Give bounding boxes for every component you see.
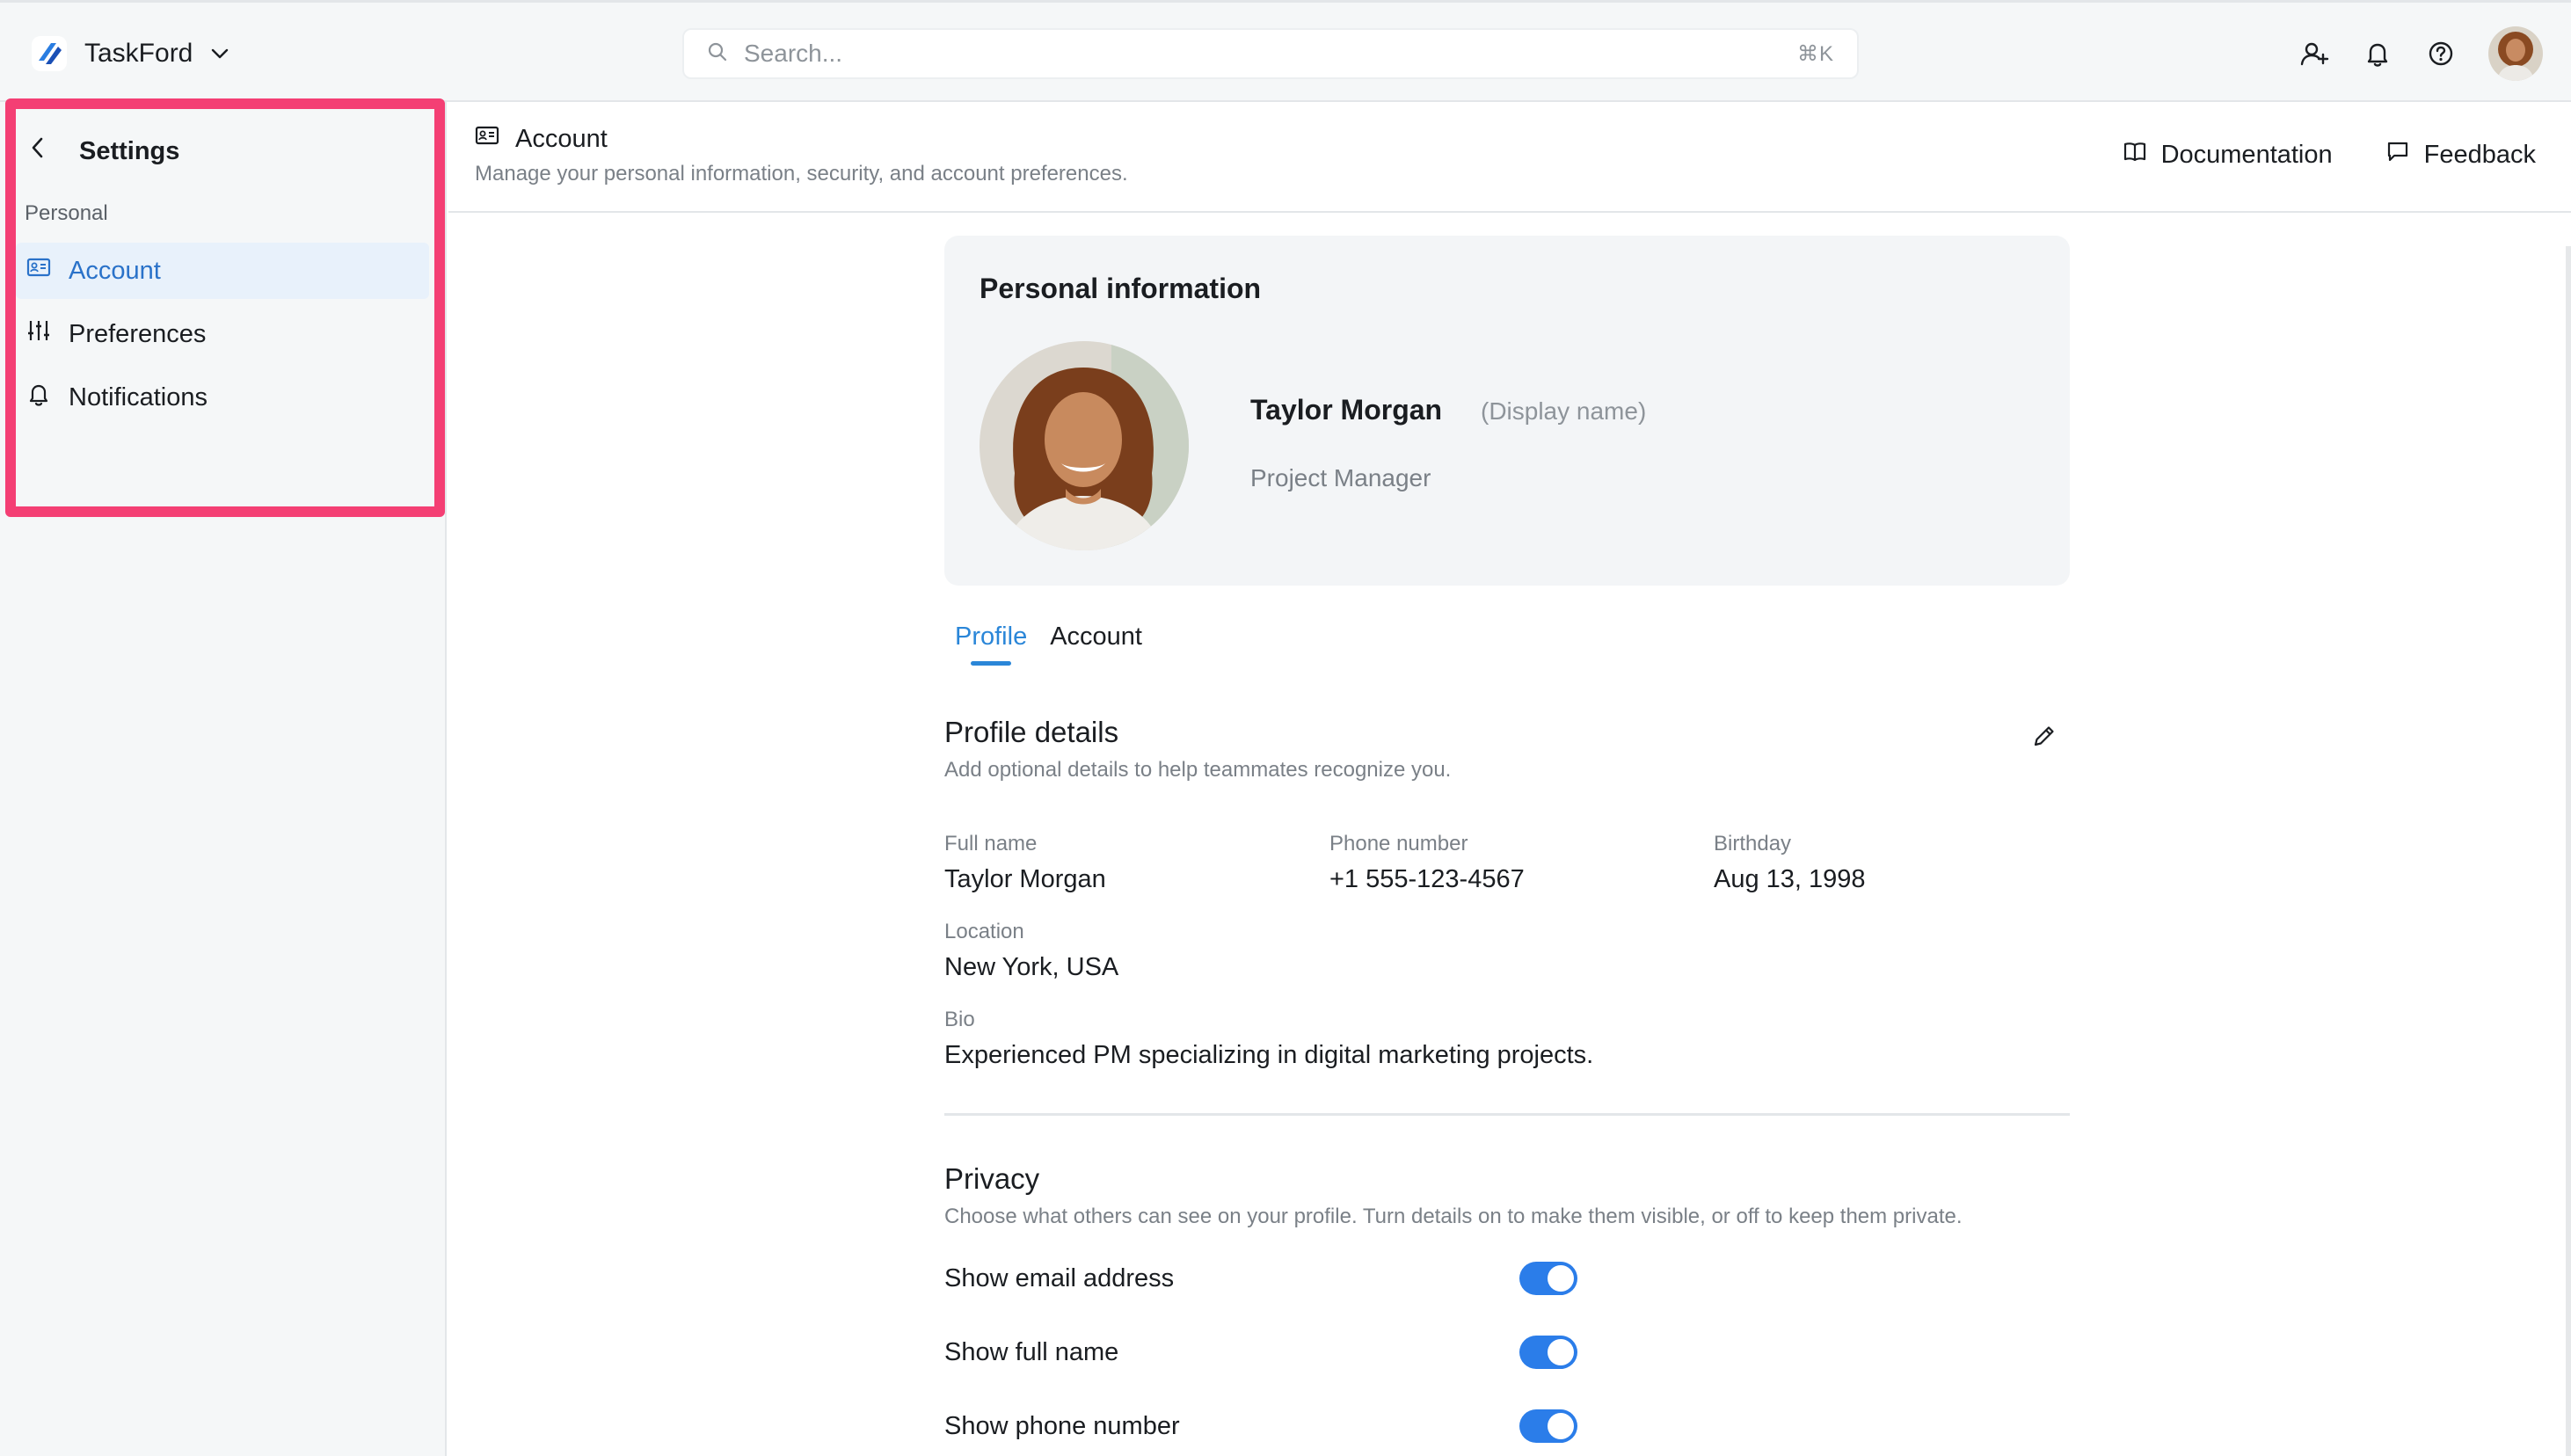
book-icon <box>2123 139 2147 171</box>
birthday-value: Aug 13, 1998 <box>1714 865 1866 893</box>
tab-account[interactable]: Account <box>1050 622 1142 664</box>
profile-name: Taylor Morgan <box>1250 394 1443 426</box>
chevron-down-icon <box>208 42 231 65</box>
display-name-hint: (Display name) <box>1481 397 1647 425</box>
phone-value: +1 555-123-4567 <box>1329 865 1525 893</box>
search-shortcut: ⌘K <box>1796 41 1834 66</box>
message-square-icon <box>2385 139 2410 171</box>
toggle-label: Show email address <box>944 1263 1175 1292</box>
personal-info-card: Personal information Taylor Morgan (Disp… <box>944 236 2070 586</box>
full-name-label: Full name <box>944 832 1038 855</box>
search-placeholder: Search... <box>744 40 843 67</box>
workspace-switcher[interactable]: TaskFord <box>30 34 231 73</box>
location-label: Location <box>944 920 1024 943</box>
full-name-value: Taylor Morgan <box>944 865 1106 893</box>
feedback-link[interactable]: Feedback <box>2385 139 2536 171</box>
card-title: Personal information <box>980 273 1262 304</box>
scrollbar[interactable] <box>2566 246 2571 1456</box>
documentation-link[interactable]: Documentation <box>2123 139 2333 171</box>
back-arrow-icon[interactable] <box>28 135 47 168</box>
search-input[interactable]: Search... ⌘K <box>682 28 1859 79</box>
phone-label: Phone number <box>1329 832 1468 855</box>
bio-value: Experienced PM specializing in digital m… <box>944 1041 1594 1069</box>
avatar[interactable] <box>2488 26 2543 81</box>
section-divider <box>944 1113 2070 1116</box>
sidebar-item-notifications[interactable]: Notifications <box>16 369 429 426</box>
bio-label: Bio <box>944 1008 975 1031</box>
show-full-name-toggle[interactable] <box>1519 1336 1577 1369</box>
bell-icon <box>26 382 51 413</box>
taskford-logo-icon <box>30 34 69 73</box>
privacy-subtitle: Choose what others can see on your profi… <box>944 1205 1963 1228</box>
page-subtitle: Manage your personal information, securi… <box>475 162 1128 186</box>
sidebar-section-label: Personal <box>25 201 108 225</box>
settings-title: Settings <box>79 136 180 165</box>
show-phone-toggle[interactable] <box>1519 1409 1577 1443</box>
feedback-label: Feedback <box>2423 140 2536 169</box>
profile-details-title: Profile details <box>944 716 1119 748</box>
settings-sidebar <box>0 102 447 1456</box>
sidebar-item-label: Notifications <box>69 382 208 411</box>
search-icon <box>707 41 728 67</box>
privacy-toggle-row: Show email address <box>944 1259 1577 1298</box>
app-name: TaskFord <box>84 39 193 68</box>
privacy-title: Privacy <box>944 1162 1040 1195</box>
id-card-icon <box>475 123 499 155</box>
privacy-toggle-row: Show full name <box>944 1333 1577 1372</box>
profile-role: Project Manager <box>1250 464 1431 491</box>
profile-tabs: Profile Account <box>955 622 1142 666</box>
settings-header: Settings <box>28 134 179 169</box>
top-bar: TaskFord Search... ⌘K <box>0 0 2571 102</box>
sliders-icon <box>26 318 51 350</box>
bell-icon[interactable] <box>2362 38 2393 69</box>
add-user-icon[interactable] <box>2298 38 2330 69</box>
page-title: Account <box>515 124 608 153</box>
birthday-label: Birthday <box>1714 832 1792 855</box>
tab-profile[interactable]: Profile <box>955 622 1027 666</box>
privacy-toggle-row: Show phone number <box>944 1407 1577 1445</box>
id-card-icon <box>26 255 51 287</box>
sidebar-item-label: Preferences <box>69 319 207 348</box>
sidebar-item-label: Account <box>69 256 161 285</box>
toggle-label: Show full name <box>944 1337 1119 1366</box>
sidebar-item-preferences[interactable]: Preferences <box>16 306 429 362</box>
toggle-label: Show phone number <box>944 1411 1180 1440</box>
documentation-label: Documentation <box>2160 140 2333 169</box>
page-header: Account Manage your personal information… <box>448 102 2571 213</box>
location-value: New York, USA <box>944 953 1119 981</box>
profile-avatar <box>980 341 1189 550</box>
sidebar-item-account[interactable]: Account <box>16 243 429 299</box>
profile-details-subtitle: Add optional details to help teammates r… <box>944 758 1452 782</box>
pencil-icon[interactable] <box>2031 723 2058 753</box>
help-icon[interactable] <box>2425 38 2457 69</box>
show-email-toggle[interactable] <box>1519 1262 1577 1295</box>
